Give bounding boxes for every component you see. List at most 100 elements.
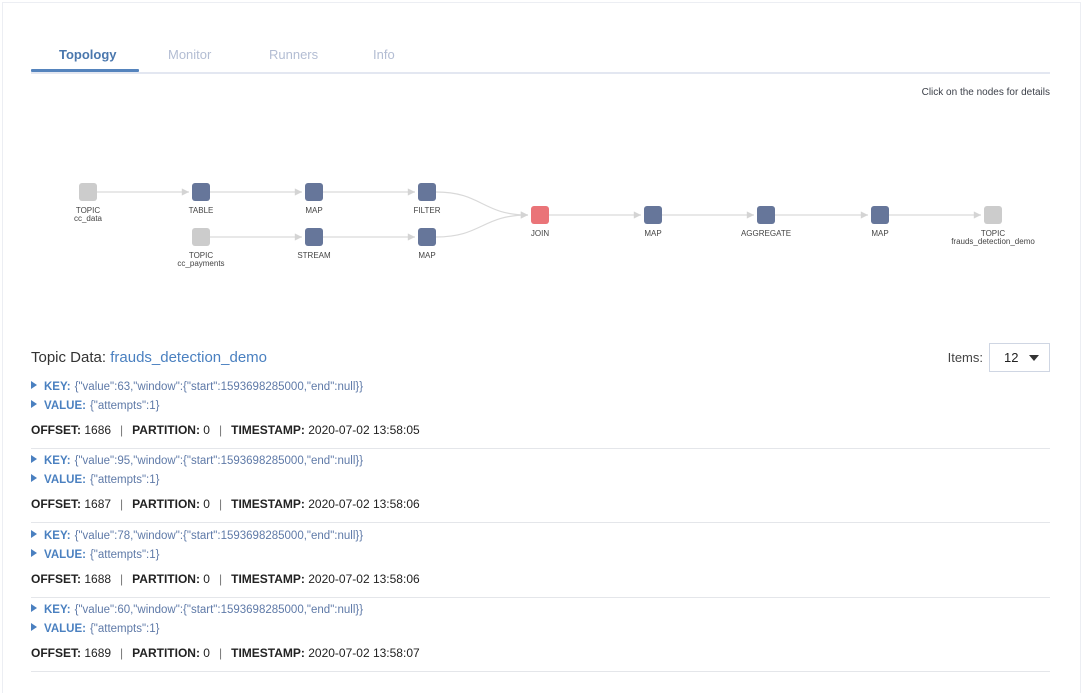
record-meta: OFFSET: 1688 | PARTITION: 0 | TIMESTAMP: 202… [31,572,420,586]
node-subtitle: cc_payments [177,259,224,268]
partition-value: 0 [203,646,210,660]
expand-key-icon[interactable] [31,530,37,538]
value-value: {"attempts":1} [89,400,160,412]
partition-value: 0 [203,572,210,586]
partition-value: 0 [203,497,210,511]
processor-node-box[interactable] [418,183,436,201]
offset-value: 1689 [84,646,112,660]
partition-value: 0 [203,423,210,437]
tab-monitor[interactable]: Monitor [168,47,211,62]
topic-node-box[interactable] [192,228,210,246]
timestamp-label: TIMESTAMP: [231,497,305,511]
record-value: VALUE: {"attempts":1} [31,474,160,486]
value-label: VALUE: [44,623,86,635]
node-title: STREAM [297,251,331,260]
tab-runners[interactable]: Runners [269,47,318,62]
items-select[interactable]: 12 [989,343,1050,372]
expand-key-icon[interactable] [31,381,37,389]
key-value: {"value":60,"window":{"start":1593698285… [74,604,364,616]
node-title: FILTER [414,206,441,215]
active-tab-indicator [31,69,139,72]
offset-label: OFFSET: [31,423,81,437]
processor-node-box[interactable] [305,228,323,246]
graph-node-topic[interactable]: TOPICcc_payments [177,228,225,268]
node-title: TABLE [189,206,214,215]
separator: | [218,423,223,437]
key-label: KEY: [44,604,71,616]
key-value: {"value":63,"window":{"start":1593698285… [74,381,364,393]
graph-node-topic[interactable]: TOPICcc_data [74,183,103,223]
expand-key-icon[interactable] [31,455,37,463]
processor-node-box[interactable] [757,206,775,224]
separator: | [218,497,223,511]
value-value: {"attempts":1} [89,549,160,561]
offset-value: 1687 [84,497,112,511]
timestamp-label: TIMESTAMP: [231,572,305,586]
topic-node-box[interactable] [79,183,97,201]
processor-node-box[interactable] [644,206,662,224]
graph-node-stream[interactable]: STREAM [297,228,331,260]
node-subtitle: cc_data [74,214,103,223]
record-meta: OFFSET: 1686 | PARTITION: 0 | TIMESTAMP: 202… [31,423,420,437]
record-key: KEY: {"value":60,"window":{"start":159369… [31,604,363,616]
processor-node-box[interactable] [418,228,436,246]
node-subtitle: frauds_detection_demo [951,237,1035,246]
expand-value-icon[interactable] [31,400,37,408]
separator: | [218,646,223,660]
record-item: KEY: {"value":60,"window":{"start":159369… [31,597,1050,672]
graph-hint: Click on the nodes for details [921,87,1050,98]
processor-node-box[interactable] [871,206,889,224]
processor-node-box[interactable] [305,183,323,201]
timestamp-value: 2020-07-02 13:58:06 [308,572,420,586]
items-value: 12 [1004,350,1019,365]
offset-value: 1688 [84,572,112,586]
graph-node-map[interactable]: MAP [644,206,662,238]
expand-value-icon[interactable] [31,474,37,482]
value-label: VALUE: [44,474,86,486]
graph-edge [435,211,529,238]
node-title: MAP [418,251,435,260]
timestamp-value: 2020-07-02 13:58:07 [308,646,420,660]
timestamp-label: TIMESTAMP: [231,646,305,660]
partition-label: PARTITION: [132,423,200,437]
topic-data-label: Topic Data: [31,349,107,366]
separator: | [120,497,124,511]
timestamp-value: 2020-07-02 13:58:05 [308,423,420,437]
record-item: KEY: {"value":63,"window":{"start":159369… [31,374,1050,449]
tab-info[interactable]: Info [373,47,395,62]
topic-node-box[interactable] [984,206,1002,224]
expand-value-icon[interactable] [31,549,37,557]
node-title: MAP [644,229,661,238]
value-label: VALUE: [44,549,86,561]
graph-node-filter[interactable]: FILTER [414,183,441,215]
record-value: VALUE: {"attempts":1} [31,623,160,635]
node-title: JOIN [531,229,549,238]
expand-value-icon[interactable] [31,623,37,631]
record-key: KEY: {"value":78,"window":{"start":159369… [31,530,363,542]
caret-down-icon [1029,355,1039,361]
record-key: KEY: {"value":63,"window":{"start":159369… [31,381,363,393]
separator: | [120,646,124,660]
graph-node-topic[interactable]: TOPICfrauds_detection_demo [951,206,1035,246]
processor-node-box[interactable] [192,183,210,201]
value-label: VALUE: [44,400,86,412]
offset-label: OFFSET: [31,572,81,586]
graph-node-aggregate[interactable]: AGGREGATE [741,206,791,238]
graph-node-map[interactable]: MAP [871,206,889,238]
graph-node-map[interactable]: MAP [418,228,436,260]
partition-label: PARTITION: [132,572,200,586]
key-value: {"value":78,"window":{"start":1593698285… [74,530,364,542]
record-value: VALUE: {"attempts":1} [31,400,160,412]
value-value: {"attempts":1} [89,474,160,486]
graph-node-join[interactable]: JOIN [531,206,549,238]
graph-node-table[interactable]: TABLE [189,183,214,215]
record-key: KEY: {"value":95,"window":{"start":159369… [31,455,363,467]
tab-topology[interactable]: Topology [59,47,117,62]
offset-label: OFFSET: [31,646,81,660]
expand-key-icon[interactable] [31,604,37,612]
join-node-box[interactable] [531,206,549,224]
graph-edge [435,191,529,219]
record-meta: OFFSET: 1687 | PARTITION: 0 | TIMESTAMP: 202… [31,497,420,511]
graph-node-map[interactable]: MAP [305,183,323,215]
offset-value: 1686 [84,423,112,437]
